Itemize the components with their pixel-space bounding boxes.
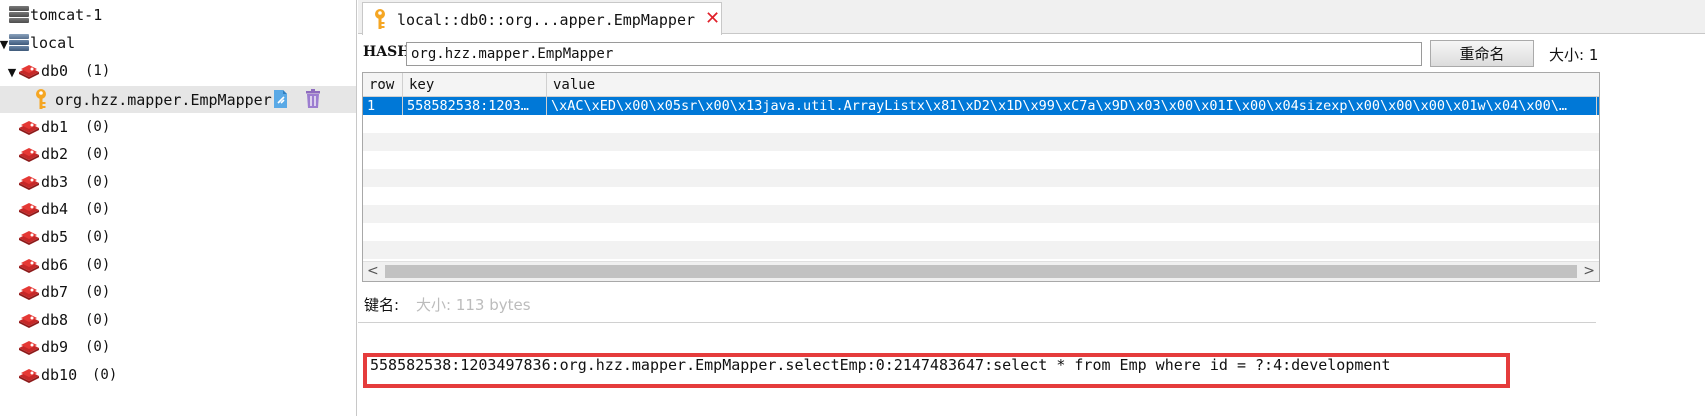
redis-db-icon bbox=[18, 257, 39, 274]
db-label: db3 bbox=[41, 172, 69, 191]
tree-db-db9[interactable]: db9 (0) bbox=[0, 334, 356, 361]
rename-button[interactable]: 重命名 bbox=[1430, 40, 1534, 67]
redis-db-icon bbox=[18, 119, 39, 136]
tab-bar: local::db0::org...apper.EmpMapper ✕ bbox=[358, 0, 1705, 35]
tab-title: local::db0::org...apper.EmpMapper bbox=[397, 11, 696, 29]
tree-db-db6[interactable]: db6 (0) bbox=[0, 252, 356, 279]
empty-row bbox=[363, 205, 1599, 223]
empty-row bbox=[363, 223, 1599, 241]
db-key-count: (0) bbox=[92, 367, 118, 383]
sort-caret-icon: ⌄ bbox=[381, 77, 387, 87]
tree-server-tomcat-1[interactable]: tomcat-1 bbox=[0, 2, 356, 29]
db-key-count: (0) bbox=[85, 118, 111, 135]
tree-db-db0[interactable]: ▼ db0 (1) bbox=[0, 58, 356, 85]
key-name-label: 键名: bbox=[364, 296, 400, 314]
db-label: db10 bbox=[41, 366, 78, 384]
hash-row: HASH: 重命名 大小: 1 bbox=[358, 38, 1705, 68]
table-header: ⌄ row key value bbox=[363, 73, 1599, 97]
hash-size-text: 大小: 1 bbox=[1549, 46, 1599, 64]
expand-arrow-icon[interactable]: ▼ bbox=[7, 66, 17, 79]
copy-key-icon[interactable] bbox=[272, 89, 290, 109]
scroll-right-icon[interactable]: > bbox=[1583, 263, 1595, 279]
connection-tree: tomcat-1 ▼ local ▼ db0 (1) org.hzz.mappe… bbox=[0, 0, 357, 416]
key-detail-panel: local::db0::org...apper.EmpMapper ✕ HASH… bbox=[358, 0, 1705, 416]
redis-db-icon bbox=[18, 229, 39, 246]
db-key-count: (0) bbox=[85, 339, 111, 356]
redis-db-icon bbox=[18, 146, 39, 163]
db-key-count: (0) bbox=[85, 311, 111, 328]
key-label: org.hzz.mapper.EmpMapper bbox=[55, 91, 272, 109]
empty-row bbox=[363, 151, 1599, 169]
db-key-count: (1) bbox=[85, 63, 111, 79]
scroll-left-icon[interactable]: < bbox=[367, 263, 379, 279]
cell-value: \xAC\xED\x00\x05sr\x00\x13java.util.Arra… bbox=[547, 97, 1597, 115]
tree-db-db2[interactable]: db2 (0) bbox=[0, 141, 356, 168]
db-key-count: (0) bbox=[85, 284, 111, 301]
db-label: db4 bbox=[41, 200, 69, 219]
tree-db-db10[interactable]: db10 (0) bbox=[0, 362, 356, 389]
tree-db-db5[interactable]: db5 (0) bbox=[0, 224, 356, 251]
cell-row: 1 bbox=[363, 97, 403, 115]
expand-arrow-icon[interactable]: ▼ bbox=[0, 38, 9, 51]
empty-row bbox=[363, 169, 1599, 187]
db-label: db2 bbox=[41, 145, 69, 164]
server-label: local bbox=[30, 34, 76, 52]
tree-db-db8[interactable]: db8 (0) bbox=[0, 307, 356, 334]
tree-db-db7[interactable]: db7 (0) bbox=[0, 279, 356, 306]
tab-empmapper[interactable]: local::db0::org...apper.EmpMapper ✕ bbox=[362, 2, 722, 35]
detail-header: 键名: 大小: 113 bytes bbox=[358, 294, 1705, 316]
db-label: db7 bbox=[41, 283, 69, 302]
field-value-text[interactable]: 558582538:1203497836:org.hzz.mapper.EmpM… bbox=[370, 356, 1505, 374]
horizontal-scrollbar[interactable]: < > bbox=[363, 261, 1599, 281]
close-icon[interactable]: ✕ bbox=[705, 8, 720, 29]
column-header-row[interactable]: ⌄ row bbox=[363, 73, 403, 97]
redis-db-icon bbox=[18, 367, 39, 384]
empty-row bbox=[363, 241, 1599, 259]
redis-db-icon bbox=[18, 312, 39, 329]
scrollbar-thumb[interactable] bbox=[385, 265, 1577, 278]
db-label: db5 bbox=[41, 228, 69, 246]
tree-db-db1[interactable]: db1 (0) bbox=[0, 114, 356, 141]
column-header-value[interactable]: value bbox=[547, 73, 1599, 97]
db-label: db9 bbox=[41, 338, 69, 357]
redis-db-icon bbox=[18, 174, 39, 191]
db-label: db0 bbox=[41, 62, 69, 80]
cell-key: 558582538:1203… bbox=[403, 97, 547, 115]
column-header-key[interactable]: key bbox=[403, 73, 547, 97]
empty-row bbox=[363, 187, 1599, 205]
db-key-count: (0) bbox=[85, 201, 111, 218]
server-icon bbox=[9, 6, 29, 24]
tree-key-empmapper[interactable]: org.hzz.mapper.EmpMapper bbox=[0, 86, 356, 113]
server-label: tomcat-1 bbox=[30, 6, 103, 24]
value-size-label: 大小: 113 bytes bbox=[416, 296, 531, 314]
db-label: db1 bbox=[41, 117, 69, 136]
empty-row bbox=[363, 133, 1599, 151]
db-label: db8 bbox=[41, 310, 69, 329]
empty-row bbox=[363, 115, 1599, 133]
db-key-count: (0) bbox=[85, 256, 111, 273]
db-label: db6 bbox=[41, 255, 69, 274]
tree-db-db3[interactable]: db3 (0) bbox=[0, 169, 356, 196]
key-icon bbox=[34, 88, 48, 110]
redis-db-icon bbox=[18, 339, 39, 356]
table-row[interactable]: 1 558582538:1203… \xAC\xED\x00\x05sr\x00… bbox=[363, 97, 1599, 115]
value-editor[interactable]: 558582538:1203497836:org.hzz.mapper.EmpM… bbox=[358, 322, 1596, 416]
tree-db-db4[interactable]: db4 (0) bbox=[0, 196, 356, 223]
tree-server-local[interactable]: ▼ local bbox=[0, 30, 356, 57]
key-name-input[interactable] bbox=[406, 42, 1422, 66]
db-key-count: (0) bbox=[85, 173, 111, 190]
db-key-count: (0) bbox=[85, 146, 111, 163]
hash-fields-table: ⌄ row key value 1 558582538:1203… \xAC\x… bbox=[362, 72, 1600, 282]
key-icon bbox=[373, 8, 387, 30]
server-icon bbox=[9, 34, 29, 52]
redis-db-icon bbox=[18, 63, 39, 80]
redis-db-icon bbox=[18, 201, 39, 218]
redis-db-icon bbox=[18, 284, 39, 301]
delete-key-icon[interactable] bbox=[304, 89, 322, 109]
db-key-count: (0) bbox=[85, 229, 111, 245]
